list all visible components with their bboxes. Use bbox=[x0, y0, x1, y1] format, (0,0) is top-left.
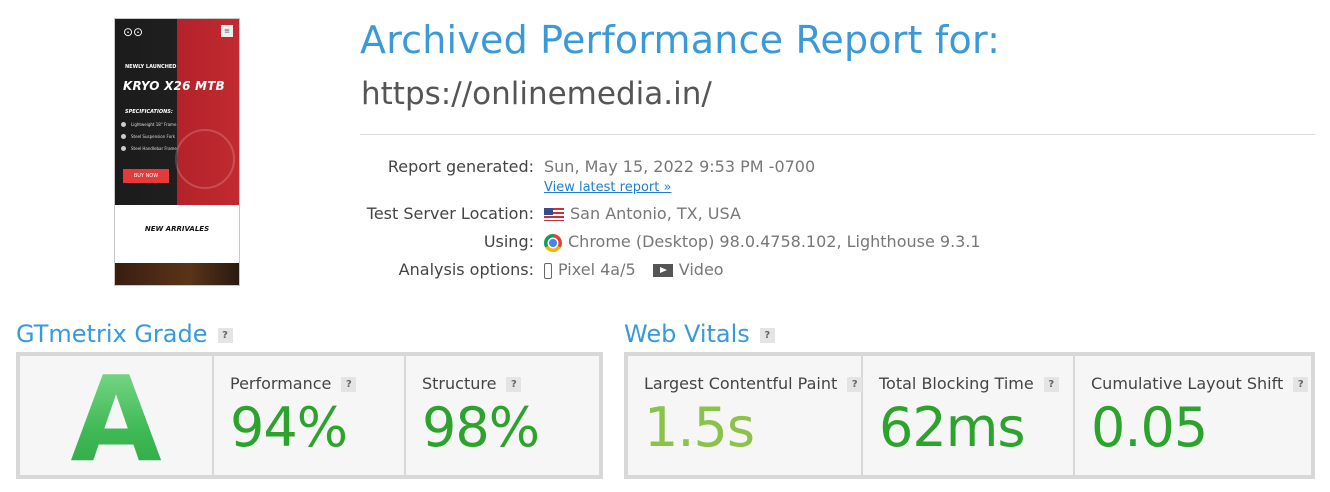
tbt-value: 62ms bbox=[879, 396, 1025, 459]
list-item: Steel Handlebar Frame bbox=[121, 145, 177, 157]
performance-label: Performance? bbox=[230, 374, 357, 393]
help-icon[interactable]: ? bbox=[506, 377, 522, 392]
using-label: Using: bbox=[483, 232, 534, 251]
list-item: Steel Suspension Fork bbox=[121, 133, 177, 145]
us-flag-icon bbox=[544, 208, 564, 221]
bicycle-icon: ⊙⊙ bbox=[123, 25, 144, 39]
grade-cell: A bbox=[20, 349, 212, 488]
thumbnail-model: KRYO X26 MTB bbox=[123, 79, 225, 93]
video-label: Video bbox=[678, 260, 724, 279]
lcp-cell: Largest Contentful Paint? 1.5s bbox=[628, 356, 863, 475]
video-icon bbox=[652, 264, 673, 277]
menu-icon: ≡ bbox=[221, 25, 233, 37]
chrome-icon bbox=[544, 233, 562, 252]
cls-cell: Cumulative Layout Shift? 0.05 bbox=[1075, 356, 1311, 475]
device-value: Pixel 4a/5 bbox=[558, 260, 636, 279]
help-icon[interactable]: ? bbox=[759, 327, 775, 343]
thumbnail-specs-heading: SPECIFICATIONS: bbox=[125, 109, 173, 115]
thumbnail-badge: NEWLY LAUNCHED bbox=[125, 64, 177, 70]
divider bbox=[360, 134, 1315, 135]
structure-score: 98% bbox=[422, 396, 540, 459]
report-generated-label: Report generated: bbox=[387, 157, 534, 176]
report-url: https://onlinemedia.in/ bbox=[361, 76, 712, 112]
tbt-cell: Total Blocking Time? 62ms bbox=[863, 356, 1073, 475]
lcp-value: 1.5s bbox=[644, 396, 755, 459]
tbt-label: Total Blocking Time? bbox=[879, 374, 1059, 393]
gtmetrix-grade-panel: A Performance? 94% Structure? 98% bbox=[16, 352, 603, 479]
cls-label: Cumulative Layout Shift? bbox=[1091, 374, 1309, 393]
page-screenshot-thumbnail[interactable]: ⊙⊙ ≡ NEWLY LAUNCHED KRYO X26 MTB SPECIFI… bbox=[114, 18, 240, 286]
structure-label: Structure? bbox=[422, 374, 522, 393]
report-generated-value: Sun, May 15, 2022 9:53 PM -0700 bbox=[544, 157, 816, 176]
web-vitals-panel: Largest Contentful Paint? 1.5s Total Blo… bbox=[624, 352, 1315, 479]
thumbnail-buy-button: BUY NOW bbox=[123, 169, 169, 183]
cls-value: 0.05 bbox=[1091, 396, 1208, 459]
performance-cell: Performance? 94% bbox=[214, 356, 404, 475]
using-browser: Chrome (Desktop) 98.0.4758.102, Lighthou… bbox=[544, 232, 981, 252]
view-latest-report-link[interactable]: View latest report » bbox=[544, 180, 671, 195]
help-icon[interactable]: ? bbox=[847, 377, 863, 392]
bike-wheel-graphic bbox=[175, 129, 235, 189]
grade-letter: A bbox=[70, 349, 162, 488]
web-vitals-heading: Web Vitals? bbox=[624, 320, 775, 348]
test-server-location-label: Test Server Location: bbox=[366, 204, 534, 223]
help-icon[interactable]: ? bbox=[217, 327, 233, 343]
mobile-device-icon bbox=[544, 262, 552, 279]
web-vitals-title: Web Vitals bbox=[624, 320, 750, 348]
thumbnail-spec-list: Lightweight 18" Frame Steel Suspension F… bbox=[121, 121, 177, 157]
page-title: Archived Performance Report for: bbox=[360, 18, 1001, 62]
thumbnail-arrivals: NEW ARRIVALES bbox=[144, 225, 210, 233]
thumbnail-bottom-image bbox=[115, 263, 239, 285]
structure-cell: Structure? 98% bbox=[406, 356, 599, 475]
help-icon[interactable]: ? bbox=[1293, 377, 1309, 392]
using-value: Chrome (Desktop) 98.0.4758.102, Lighthou… bbox=[568, 232, 981, 251]
gtmetrix-grade-heading: GTmetrix Grade? bbox=[16, 320, 233, 348]
analysis-options-label: Analysis options: bbox=[398, 260, 534, 279]
analysis-options: Pixel 4a/5 Video bbox=[544, 260, 724, 279]
gtmetrix-grade-title: GTmetrix Grade bbox=[16, 320, 208, 348]
help-icon[interactable]: ? bbox=[341, 377, 357, 392]
lcp-label: Largest Contentful Paint? bbox=[644, 374, 863, 393]
test-server-location: San Antonio, TX, USA bbox=[544, 204, 741, 223]
location-value: San Antonio, TX, USA bbox=[570, 204, 741, 223]
performance-score: 94% bbox=[230, 396, 348, 459]
help-icon[interactable]: ? bbox=[1043, 377, 1059, 392]
list-item: Lightweight 18" Frame bbox=[121, 121, 177, 133]
